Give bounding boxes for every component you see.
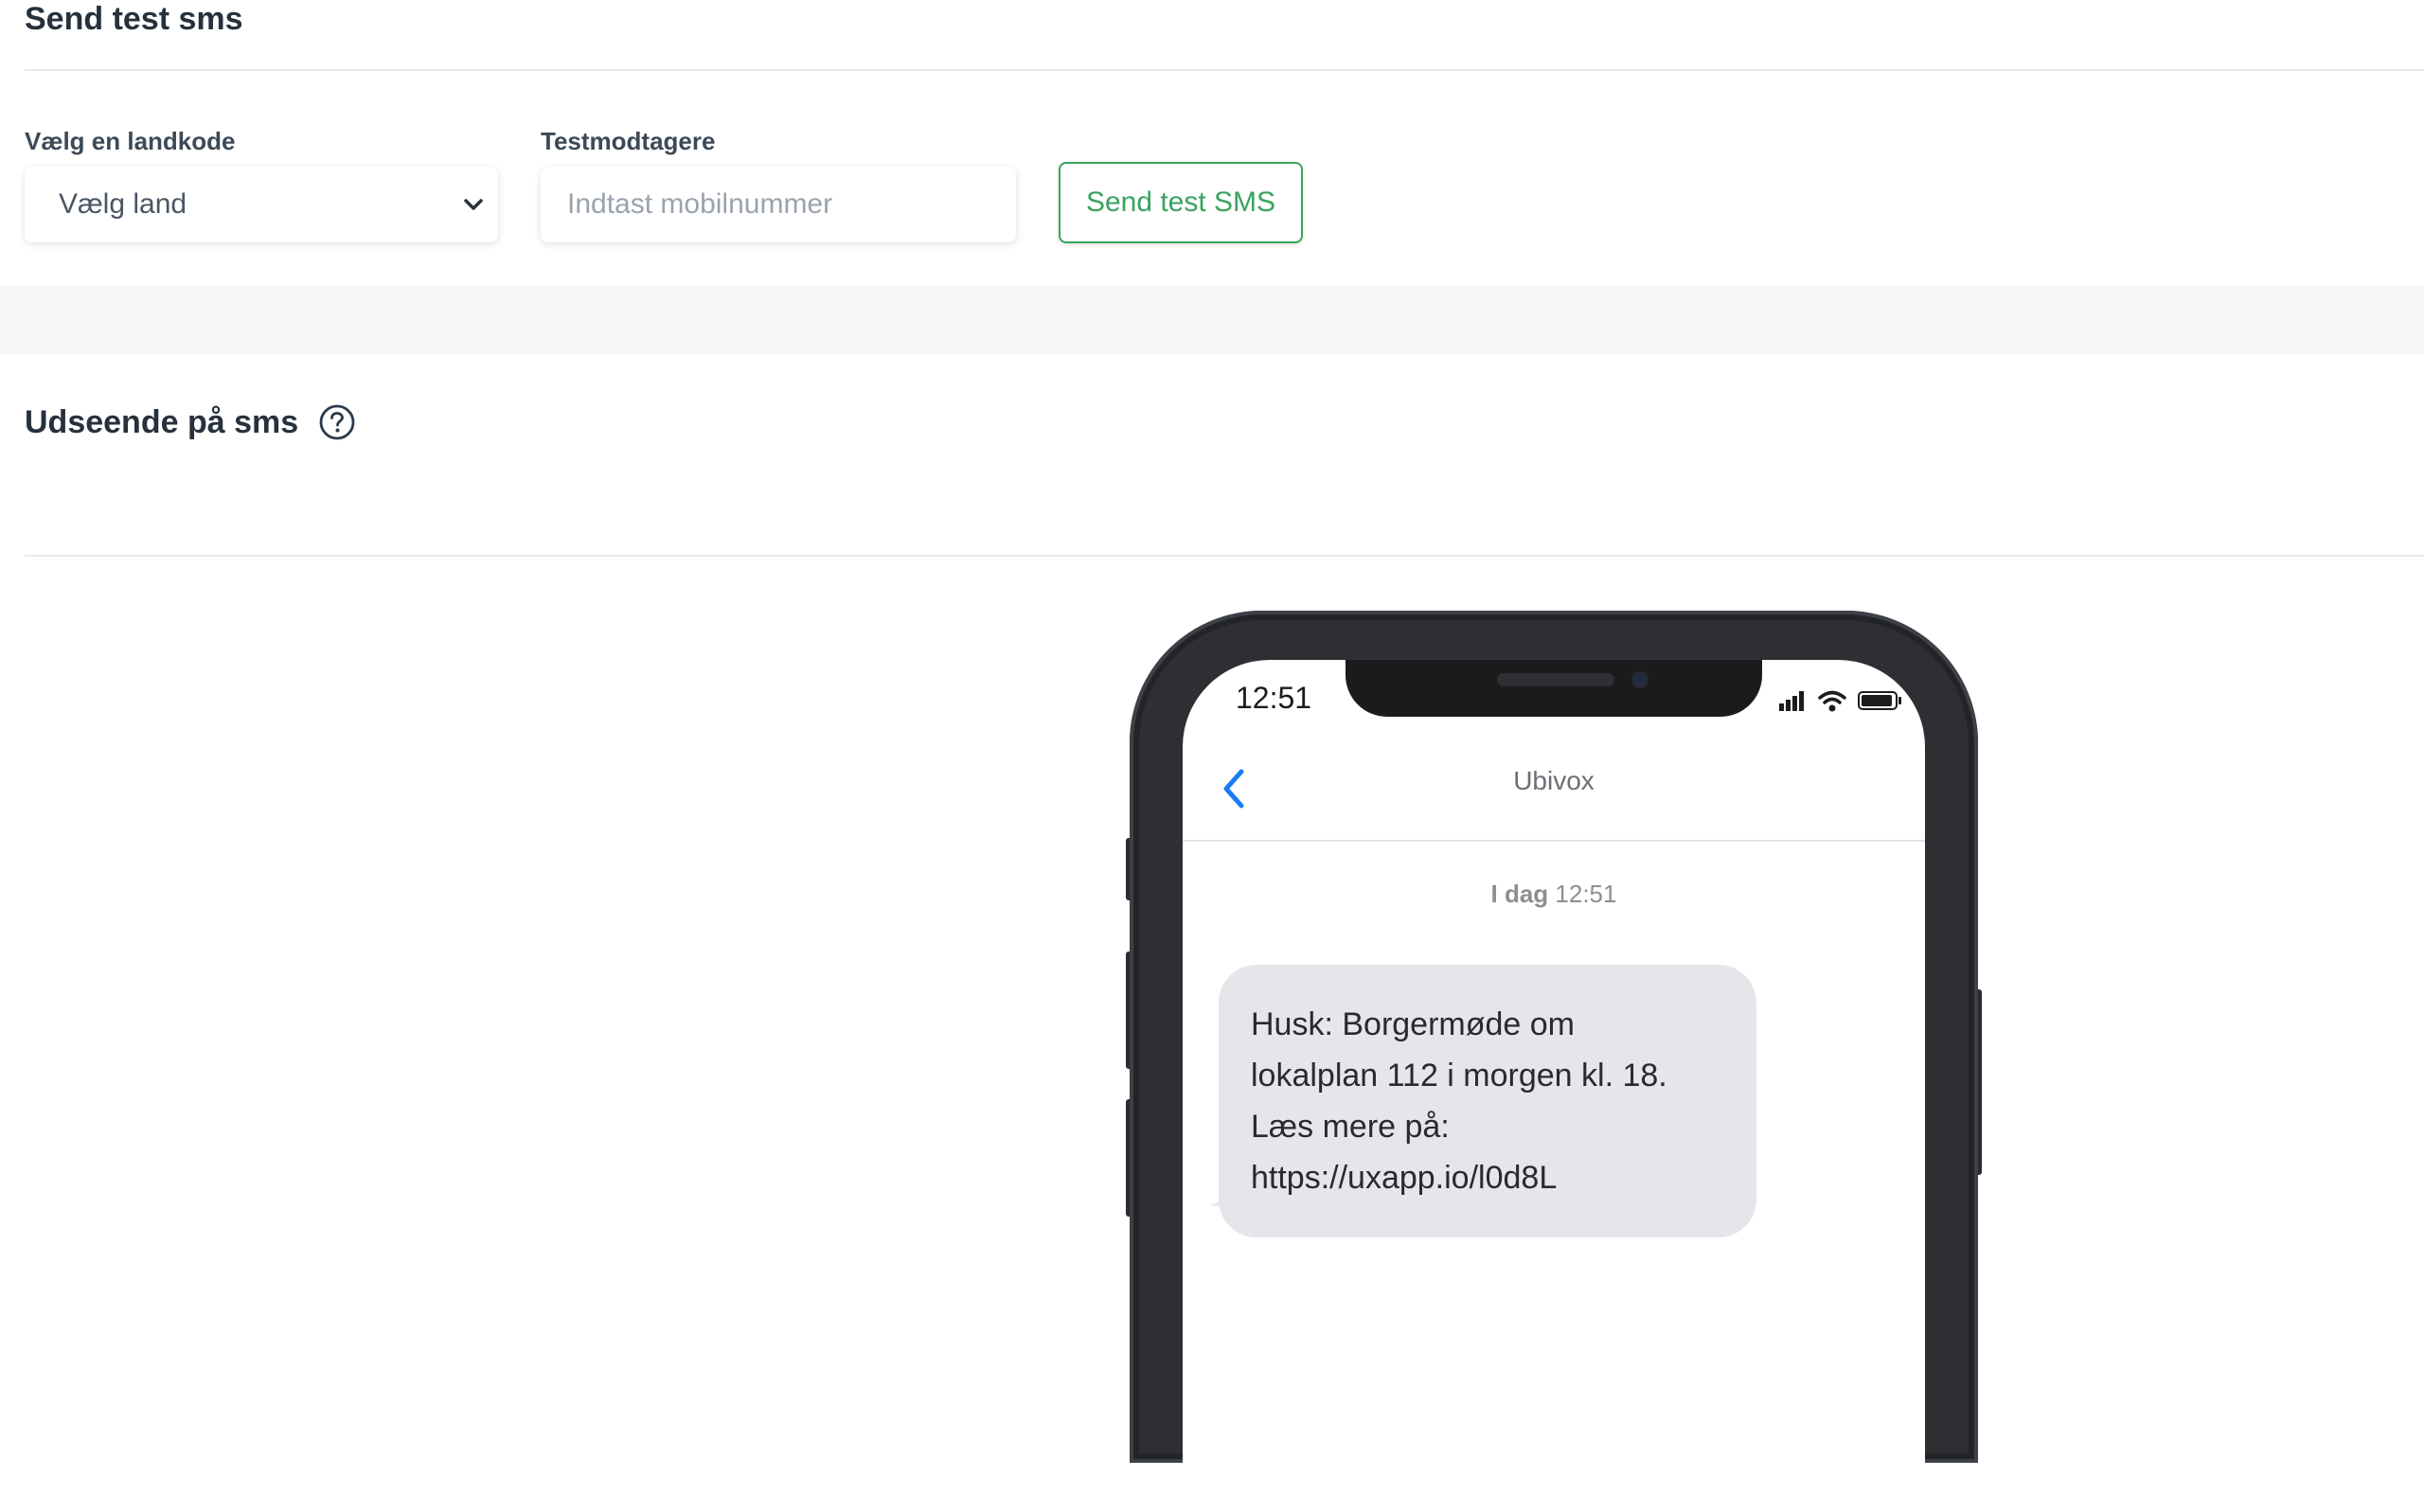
signal-icon xyxy=(1779,691,1804,711)
message-link: https://uxapp.io/l0d8L xyxy=(1251,1160,1558,1196)
country-select-value: Vælg land xyxy=(59,188,187,220)
country-code-label: Vælg en landkode xyxy=(25,127,236,155)
country-select[interactable]: Vælg land xyxy=(25,167,498,242)
phone-notch xyxy=(1346,660,1762,717)
phone-speaker xyxy=(1497,673,1614,686)
mobile-number-input[interactable] xyxy=(541,167,1016,242)
timestamp-time: 12:51 xyxy=(1555,880,1617,908)
message-line: Husk: Borgermøde om xyxy=(1251,1006,1575,1042)
section-title-appearance: Udseende på sms xyxy=(25,404,299,440)
sms-appearance-section: Udseende på sms 12:51 Ubivox I dag 12:51… xyxy=(0,354,2424,1512)
nav-divider xyxy=(1183,840,1925,842)
message-line: Læs mere på: xyxy=(1251,1109,1450,1145)
phone-preview: 12:51 Ubivox I dag 12:51 Husk: Borgermød… xyxy=(1126,611,1982,1512)
send-test-sms-button[interactable]: Send test SMS xyxy=(1059,162,1303,243)
timestamp-day: I dag xyxy=(1490,880,1549,908)
section-title-send-test: Send test sms xyxy=(25,1,243,37)
phone-camera xyxy=(1631,671,1649,688)
section-gap xyxy=(0,286,2424,354)
question-circle-icon[interactable] xyxy=(318,403,356,441)
section-divider xyxy=(25,555,2424,557)
status-icons xyxy=(1779,690,1901,712)
contact-name: Ubivox xyxy=(1513,766,1595,795)
send-test-sms-section: Send test sms Vælg en landkode Vælg land… xyxy=(0,0,2424,286)
message-line: lokalplan 112 i morgen kl. 18. xyxy=(1251,1058,1667,1094)
battery-icon xyxy=(1858,691,1901,710)
message-timestamp: I dag 12:51 xyxy=(1183,880,1925,909)
section-divider xyxy=(25,69,2424,71)
status-bar-time: 12:51 xyxy=(1236,681,1312,715)
wifi-icon xyxy=(1818,690,1846,712)
test-recipients-label: Testmodtagere xyxy=(541,127,716,155)
chevron-down-icon xyxy=(464,199,483,210)
phone-screen: 12:51 Ubivox I dag 12:51 Husk: Borgermød… xyxy=(1183,660,1925,1512)
sms-message-bubble: Husk: Borgermøde om lokalplan 112 i morg… xyxy=(1219,965,1756,1237)
